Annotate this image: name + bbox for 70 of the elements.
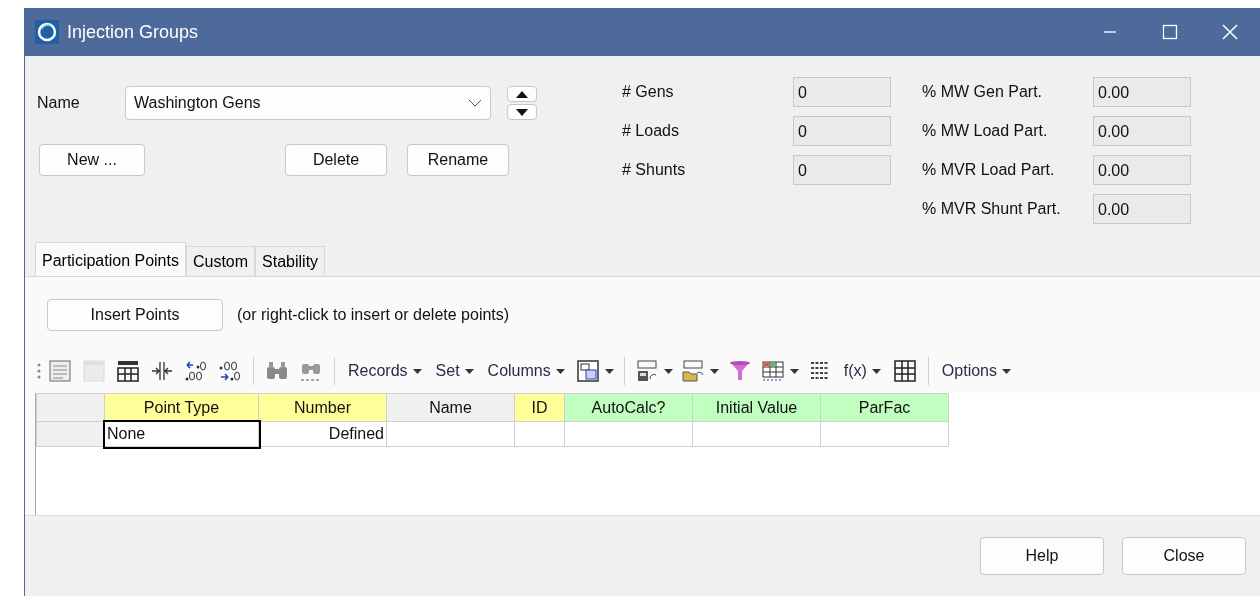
participation-value: 0.00	[1093, 193, 1191, 224]
column-width-icon[interactable]	[150, 359, 174, 383]
toolbar-menu[interactable]: Set	[433, 357, 476, 385]
insert-hint-text: (or right-click to insert or delete points)	[237, 305, 510, 325]
increase-decimals-icon[interactable]	[184, 359, 208, 383]
caret-icon	[789, 368, 799, 374]
footer-button[interactable]: Help	[980, 537, 1104, 575]
maximize-icon	[1162, 24, 1178, 40]
participation-value: 0.00	[1093, 154, 1191, 185]
table-cell	[514, 421, 565, 447]
footer-button[interactable]: Close	[1122, 537, 1246, 575]
row-header-cell	[36, 421, 105, 447]
participation-value: 0.00	[1093, 76, 1191, 107]
column-header[interactable]: Number	[258, 393, 387, 422]
column-header[interactable]: Point Type	[104, 393, 259, 422]
count-label: # Loads	[622, 120, 680, 141]
count-label: # Gens	[622, 81, 675, 102]
down-arrow-icon	[516, 108, 528, 116]
toolbar-grip[interactable]	[37, 362, 41, 380]
caret-icon	[464, 368, 474, 374]
move-down-button[interactable]	[507, 104, 537, 120]
column-header[interactable]: Name	[386, 393, 515, 422]
caret-icon	[1002, 368, 1011, 374]
count-value: 0	[793, 115, 891, 146]
caret-icon	[604, 368, 614, 374]
insert-points-button[interactable]: Insert Points	[47, 299, 223, 331]
grid-icon[interactable]	[892, 359, 917, 383]
chevron-icon	[468, 99, 482, 107]
app-icon	[35, 20, 59, 44]
toolbar-menu[interactable]: f(x)	[841, 357, 883, 385]
column-header[interactable]: ID	[514, 393, 565, 422]
table-cell: None	[104, 421, 259, 447]
color-grid-icon	[760, 359, 785, 383]
row-header-cell	[36, 393, 105, 422]
column-header[interactable]: ParFac	[820, 393, 949, 422]
participation-label: % MVR Load Part.	[922, 159, 1056, 180]
group-button[interactable]: Rename	[407, 144, 509, 176]
tab[interactable]: Custom	[185, 246, 256, 276]
decrease-decimals-icon[interactable]	[218, 359, 242, 383]
participation-label: % MW Load Part.	[922, 120, 1049, 141]
caret-icon	[871, 368, 881, 374]
count-value: 0	[793, 76, 891, 107]
options-grid-icon[interactable]	[116, 359, 140, 383]
toolbar-menu[interactable]: Records	[346, 357, 424, 385]
minimize-icon	[1103, 31, 1117, 33]
participation-label: % MVR Shunt Part.	[922, 198, 1062, 219]
column-header[interactable]: Initial Value	[692, 393, 821, 422]
toolbar-menu[interactable]: Columns	[485, 357, 567, 385]
caret-icon	[709, 368, 719, 374]
count-label: # Shunts	[622, 159, 687, 180]
tab[interactable]: Stability	[255, 246, 326, 276]
group-button[interactable]: New ...	[39, 144, 145, 176]
count-value: 0	[793, 154, 891, 185]
participation-value: 0.00	[1093, 115, 1191, 146]
table-cell: Defined	[258, 421, 387, 447]
window-title: Injection Groups	[67, 20, 199, 44]
move-up-button[interactable]	[507, 86, 537, 102]
participation-label: % MW Gen Part.	[922, 81, 1044, 102]
tab[interactable]: Participation Points	[35, 242, 186, 276]
layout-icon	[575, 359, 600, 383]
caret-icon	[663, 368, 673, 374]
caret-icon	[555, 368, 565, 374]
name-dropdown[interactable]: Washington Gens	[125, 86, 491, 120]
up-arrow-icon	[516, 90, 528, 98]
toolbar-menu[interactable]: Options	[939, 357, 1013, 385]
filter-icon[interactable]	[727, 359, 752, 383]
name-label: Name	[37, 93, 81, 113]
caret-icon	[412, 368, 422, 374]
column-header[interactable]: AutoCalc?	[564, 393, 693, 422]
group-button[interactable]: Delete	[285, 144, 387, 176]
